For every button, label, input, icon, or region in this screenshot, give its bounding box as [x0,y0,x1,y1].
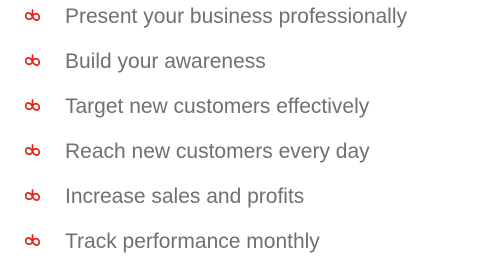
swirl-bullet-icon [24,188,41,205]
swirl-bullet-icon [24,233,41,250]
swirl-bullet-icon [24,53,41,70]
swirl-bullet-icon [24,98,41,115]
benefit-label: Build your awareness [65,50,266,73]
benefit-label: Track performance monthly [65,230,320,253]
benefit-label: Target new customers effectively [65,95,370,118]
benefit-label: Present your business professionally [65,5,408,28]
benefit-label: Reach new customers every day [65,140,370,163]
swirl-bullet-icon [24,8,41,25]
benefit-label: Increase sales and profits [65,185,305,208]
benefit-item: Track performance monthly [0,227,484,257]
benefit-item: Build your awareness [0,47,484,77]
benefit-item: Reach new customers every day [0,137,484,167]
benefit-item: Present your business professionally [0,2,484,32]
benefit-item: Target new customers effectively [0,92,484,122]
benefits-list-section: Present your business professionally Bui… [0,0,484,273]
swirl-bullet-icon [24,143,41,160]
benefit-item: Increase sales and profits [0,182,484,212]
